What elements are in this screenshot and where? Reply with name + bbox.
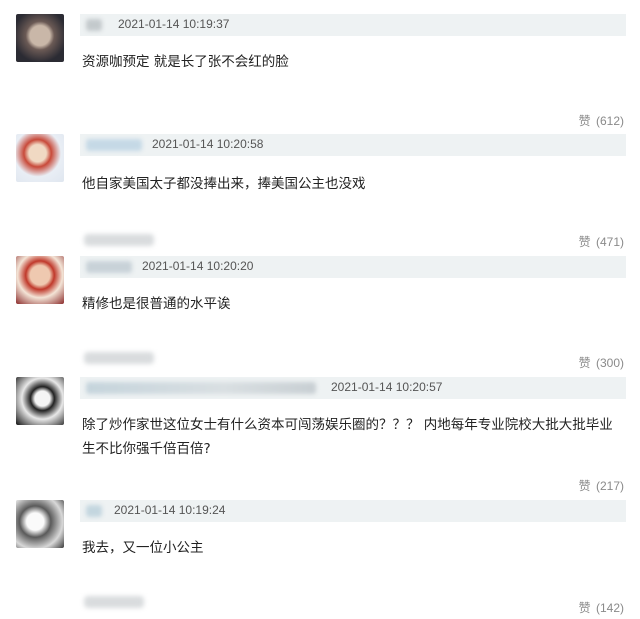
- avatar[interactable]: [16, 14, 64, 62]
- comment-time: 2021-01-14 10:19:24: [114, 503, 226, 517]
- like-label: 赞: [578, 114, 591, 128]
- comment-meta: 2021-01-14 10:19:24: [80, 500, 626, 522]
- username-blurred[interactable]: [86, 382, 316, 394]
- like-count: (300): [595, 356, 624, 370]
- comment-text: 我去，又一位小公主: [82, 540, 204, 556]
- like-label: 赞: [578, 601, 591, 615]
- comment-text: 他自家美国太子都没捧出来，捧美国公主也没戏: [82, 176, 366, 192]
- comment-time: 2021-01-14 10:20:20: [142, 259, 254, 273]
- comment-meta: 2021-01-14 10:20:20: [80, 256, 626, 278]
- avatar[interactable]: [16, 134, 64, 182]
- like-button[interactable]: 赞 (300): [579, 354, 624, 371]
- comment-text: 精修也是很普通的水平诶: [82, 296, 231, 312]
- username-blurred[interactable]: [86, 19, 102, 31]
- comment-text: 资源咖预定 就是长了张不会红的脸: [82, 54, 289, 70]
- like-label: 赞: [578, 479, 591, 493]
- reply-action-blurred[interactable]: [84, 234, 154, 246]
- like-button[interactable]: 赞 (612): [579, 112, 624, 129]
- comment-time: 2021-01-14 10:20:58: [152, 137, 264, 151]
- like-count: (142): [595, 601, 624, 615]
- like-button[interactable]: 赞 (217): [579, 477, 624, 494]
- avatar[interactable]: [16, 500, 64, 548]
- like-label: 赞: [578, 356, 591, 370]
- like-label: 赞: [578, 235, 591, 249]
- username-blurred[interactable]: [86, 505, 102, 517]
- comment-time: 2021-01-14 10:20:57: [331, 380, 443, 394]
- username-blurred[interactable]: [86, 139, 142, 151]
- comment-time: 2021-01-14 10:19:37: [118, 17, 230, 31]
- reply-action-blurred[interactable]: [84, 596, 144, 608]
- username-blurred[interactable]: [86, 261, 132, 273]
- like-count: (612): [595, 114, 624, 128]
- like-count: (217): [595, 479, 624, 493]
- like-count: (471): [595, 235, 624, 249]
- reply-action-blurred[interactable]: [84, 352, 154, 364]
- comment-meta: 2021-01-14 10:19:37: [80, 14, 626, 36]
- comment-meta: 2021-01-14 10:20:58: [80, 134, 626, 156]
- avatar[interactable]: [16, 377, 64, 425]
- comment-meta: 2021-01-14 10:20:57: [80, 377, 626, 399]
- like-button[interactable]: 赞 (471): [579, 233, 624, 250]
- avatar[interactable]: [16, 256, 64, 304]
- like-button[interactable]: 赞 (142): [579, 599, 624, 616]
- comment-text: 除了炒作家世这位女士有什么资本可闯荡娱乐圈的？？？ 内地每年专业院校大批大批毕业…: [82, 417, 613, 457]
